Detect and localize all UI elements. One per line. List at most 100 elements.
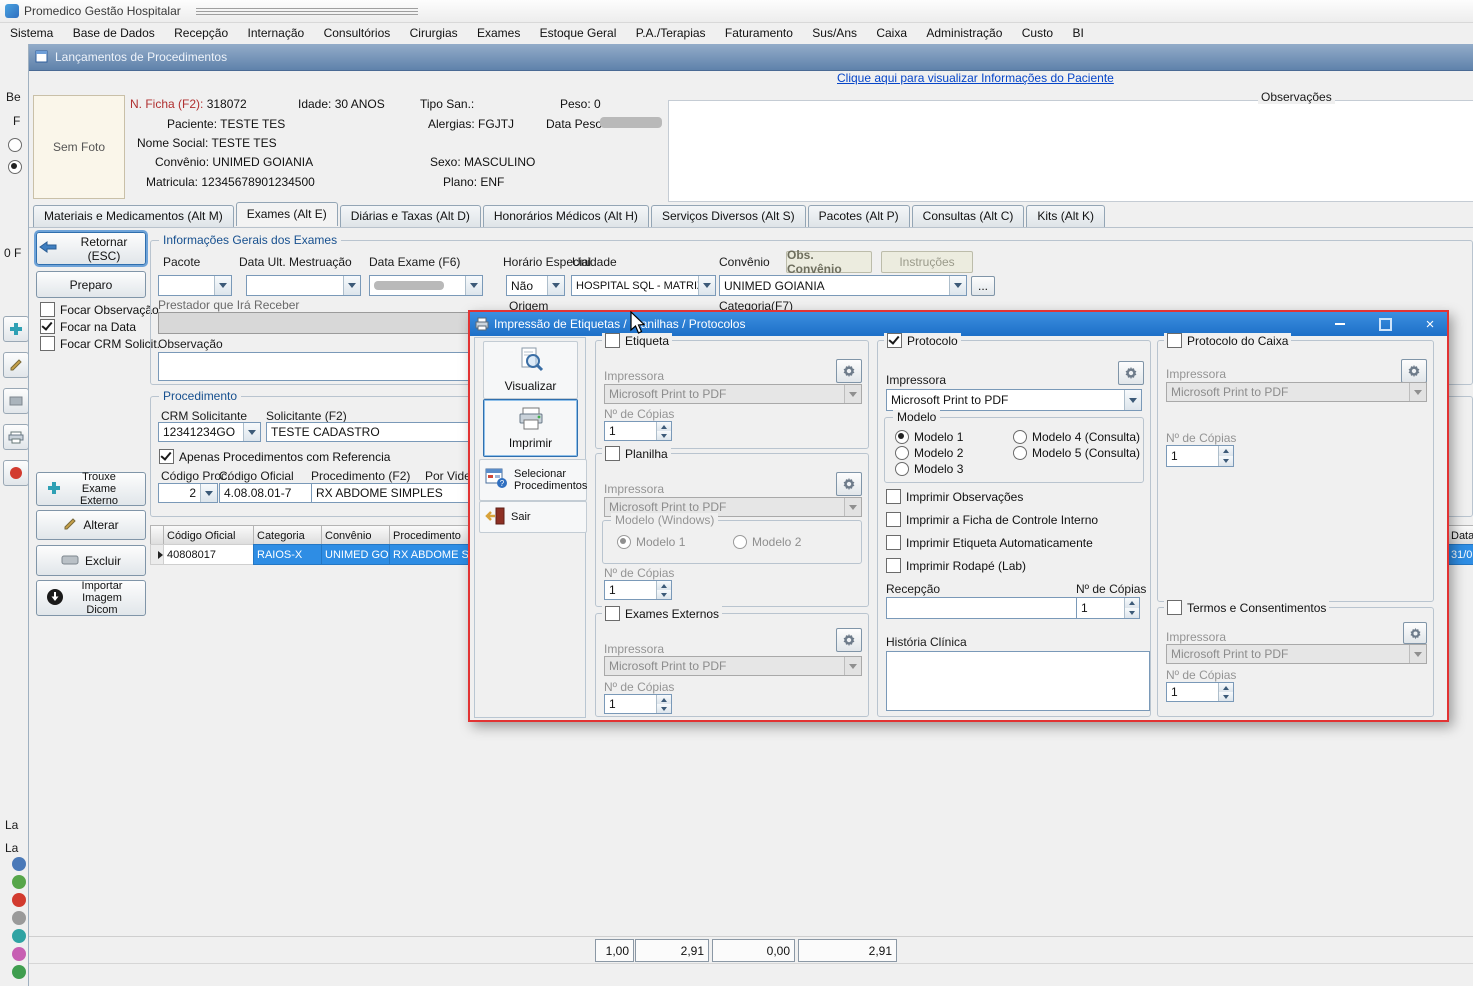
focar-na-data-checkbox[interactable]: Focar na Data [40, 319, 136, 334]
printer-settings-button[interactable] [1401, 359, 1427, 383]
importar-dicom-button[interactable]: Importar Imagem Dicom [36, 580, 146, 616]
menu-item-sistema[interactable]: Sistema [2, 22, 61, 44]
tab-diarias[interactable]: Diárias e Taxas (Alt D) [340, 205, 481, 227]
protocolo-modelo3-radio[interactable]: Modelo 3 [895, 462, 963, 476]
protocolo-modelo5-radio[interactable]: Modelo 5 (Consulta) [1013, 446, 1140, 460]
protocolo-modelo4-radio[interactable]: Modelo 4 (Consulta) [1013, 430, 1140, 444]
historia-clinica-textarea[interactable] [886, 651, 1150, 711]
retornar-button[interactable]: Retornar (ESC) [36, 232, 146, 265]
planilha-checkbox[interactable]: Planilha [602, 446, 671, 461]
spin-up-icon[interactable] [1219, 446, 1233, 456]
protocolo-modelo2-radio[interactable]: Modelo 2 [895, 446, 963, 460]
tab-kits[interactable]: Kits (Alt K) [1026, 205, 1105, 227]
pacote-combo[interactable] [158, 275, 232, 296]
exames-externos-checkbox[interactable]: Exames Externos [602, 606, 722, 621]
spin-up-icon[interactable] [1125, 598, 1139, 608]
spin-down-icon[interactable] [1125, 608, 1139, 618]
menu-item-caixa[interactable]: Caixa [868, 22, 915, 44]
printer-settings-button[interactable] [836, 628, 862, 652]
protocolo-printer-combo[interactable]: Microsoft Print to PDF [886, 389, 1142, 411]
tab-honorarios[interactable]: Honorários Médicos (Alt H) [483, 205, 649, 227]
alterar-button[interactable]: Alterar [36, 510, 146, 540]
grid-header-categoria[interactable]: Categoria [253, 525, 329, 546]
spin-up-icon[interactable] [657, 422, 671, 431]
protocolo-caixa-checkbox[interactable]: Protocolo do Caixa [1164, 333, 1291, 348]
printer-settings-button[interactable] [836, 472, 862, 496]
data-exame-combo[interactable] [369, 275, 483, 296]
horario-especial-combo[interactable]: Não [506, 275, 565, 296]
menu-item-bi[interactable]: BI [1064, 22, 1091, 44]
focar-observacao-checkbox[interactable]: Focar Observação [40, 302, 159, 317]
protocolo-copias-spinner[interactable]: 1 [1076, 597, 1140, 619]
menu-item-cirurgias[interactable]: Cirurgias [402, 22, 466, 44]
crm-combo[interactable]: 12341234GO [158, 422, 261, 442]
menu-item-custo[interactable]: Custo [1014, 22, 1061, 44]
imprimir-etiqueta-checkbox[interactable]: Imprimir Etiqueta Automaticamente [886, 535, 1093, 550]
left-strip-icon[interactable] [12, 947, 26, 961]
spin-down-icon[interactable] [657, 590, 671, 599]
mdi-titlebar[interactable]: Lançamentos de Procedimentos [29, 44, 1473, 71]
spin-down-icon[interactable] [1219, 456, 1233, 466]
printer-settings-button[interactable] [1403, 622, 1427, 644]
menu-item-pa-terapias[interactable]: P.A./Terapias [628, 22, 714, 44]
referencia-checkbox[interactable]: Apenas Procedimentos com Referencia [159, 449, 390, 464]
imprimir-rodape-checkbox[interactable]: Imprimir Rodapé (Lab) [886, 558, 1026, 573]
preparo-button[interactable]: Preparo [36, 271, 146, 298]
termos-copias-spinner[interactable]: 1 [1166, 682, 1234, 702]
spin-down-icon[interactable] [657, 704, 671, 713]
focar-crm-checkbox[interactable]: Focar CRM Solicit. [40, 336, 160, 351]
grid-header-codigo[interactable]: Código Oficial [163, 525, 261, 546]
menu-item-internacao[interactable]: Internação [240, 22, 313, 44]
grid-header-convenio[interactable]: Convênio [321, 525, 397, 546]
etiqueta-copias-spinner[interactable]: 1 [604, 421, 672, 441]
spin-down-icon[interactable] [1219, 692, 1233, 701]
close-button[interactable]: × [1415, 314, 1445, 334]
visualizar-button[interactable]: Visualizar [483, 341, 578, 399]
tab-servicos[interactable]: Serviços Diversos (Alt S) [651, 205, 806, 227]
menu-item-base-de-dados[interactable]: Base de Dados [65, 22, 163, 44]
solicitante-field[interactable]: TESTE CADASTRO [266, 422, 478, 442]
planilha-copias-spinner[interactable]: 1 [604, 580, 672, 600]
left-strip-icon[interactable] [12, 875, 26, 889]
app-titlebar[interactable]: Promedico Gestão Hospitalar [0, 0, 1473, 23]
grid-header-data[interactable]: Data [1447, 525, 1473, 546]
grid-cell-convenio[interactable]: UNIMED GOI [321, 544, 397, 565]
obs-convenio-button[interactable]: Obs. Convênio [786, 251, 872, 273]
grid-cell-codigo[interactable]: 40808017 [163, 544, 261, 565]
spin-up-icon[interactable] [657, 581, 671, 590]
unidade-combo[interactable]: HOSPITAL SQL - MATRIZ [571, 275, 716, 296]
protocolo-caixa-copias-spinner[interactable]: 1 [1166, 445, 1234, 467]
left-strip-radio[interactable] [8, 138, 22, 152]
termos-checkbox[interactable]: Termos e Consentimentos [1164, 600, 1329, 615]
protocolo-modelo1-radio[interactable]: Modelo 1 [895, 430, 963, 444]
sair-button[interactable]: Sair [479, 501, 587, 533]
grid-cell-categoria[interactable]: RAIOS-X [253, 544, 329, 565]
selecionar-procedimentos-button[interactable]: ? Selecionar Procedimentos [479, 459, 587, 501]
left-strip-icon[interactable] [12, 929, 26, 943]
imprimir-observacoes-checkbox[interactable]: Imprimir Observações [886, 489, 1023, 504]
menu-item-recepcao[interactable]: Recepção [166, 22, 236, 44]
trouxe-ex-externo-button[interactable]: Trouxe Exame Externo [36, 472, 146, 506]
codigo-proc-combo[interactable]: 2 [158, 483, 218, 503]
convenio-combo[interactable]: UNIMED GOIANIA [719, 275, 967, 296]
imprimir-ficha-checkbox[interactable]: Imprimir a Ficha de Controle Interno [886, 512, 1098, 527]
left-strip-icon[interactable] [12, 965, 26, 979]
tab-pacotes[interactable]: Pacotes (Alt P) [808, 205, 910, 227]
imprimir-button[interactable]: Imprimir [483, 399, 578, 457]
printer-icon[interactable] [3, 424, 29, 450]
procedimento-field[interactable]: RX ABDOME SIMPLES [311, 483, 478, 503]
excluir-button[interactable]: Excluir [36, 545, 146, 576]
menu-item-administracao[interactable]: Administração [918, 22, 1010, 44]
recepcao-field[interactable] [886, 597, 1082, 619]
menu-item-exames[interactable]: Exames [469, 22, 528, 44]
add-icon[interactable] [3, 316, 29, 342]
left-strip-icon[interactable] [12, 893, 26, 907]
tab-consultas[interactable]: Consultas (Alt C) [912, 205, 1025, 227]
exames-externos-copias-spinner[interactable]: 1 [604, 694, 672, 714]
left-strip-radio[interactable] [8, 160, 22, 174]
maximize-button[interactable] [1370, 314, 1400, 334]
grid-cell-data[interactable]: 31/0 [1447, 544, 1473, 565]
printer-settings-button[interactable] [836, 359, 862, 383]
menu-item-faturamento[interactable]: Faturamento [717, 22, 801, 44]
spin-down-icon[interactable] [657, 431, 671, 440]
